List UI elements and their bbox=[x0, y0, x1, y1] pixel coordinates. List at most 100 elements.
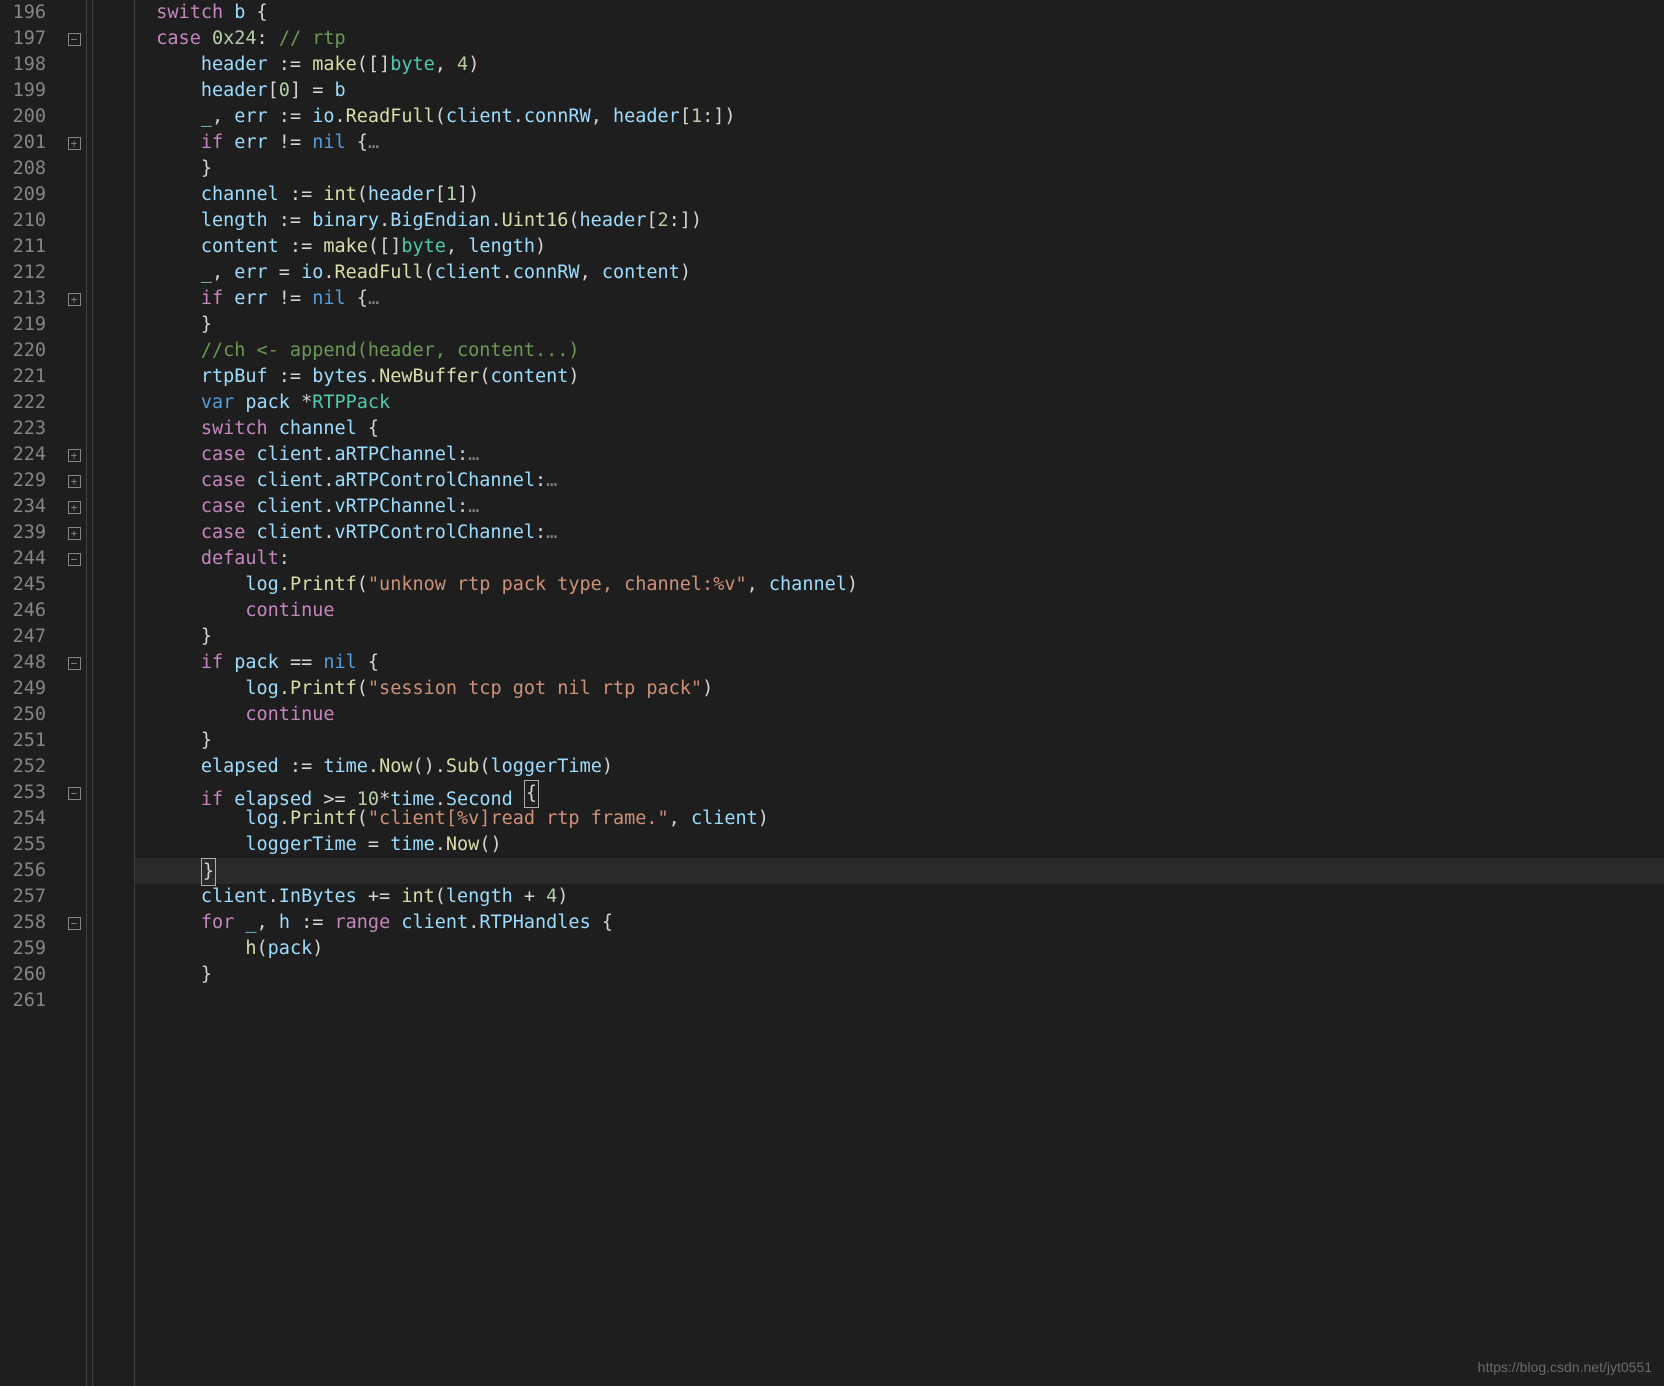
code-line[interactable]: } bbox=[134, 312, 1664, 338]
token-op: ( bbox=[479, 366, 490, 387]
code-line[interactable]: } bbox=[134, 728, 1664, 754]
token-op: ]) bbox=[457, 184, 479, 205]
code-line[interactable]: log.Printf("unknow rtp pack type, channe… bbox=[134, 572, 1664, 598]
code-line[interactable]: client.InBytes += int(length + 4) bbox=[134, 884, 1664, 910]
code-line[interactable]: switch channel { bbox=[134, 416, 1664, 442]
token-op bbox=[223, 132, 234, 153]
token-id: length bbox=[468, 236, 535, 257]
token-op: [ bbox=[435, 184, 446, 205]
line-number: 249 bbox=[0, 676, 46, 702]
fold-collapse-icon[interactable]: − bbox=[68, 657, 81, 670]
token-op: . bbox=[368, 756, 379, 777]
line-number: 252 bbox=[0, 754, 46, 780]
code-line[interactable]: } bbox=[134, 624, 1664, 650]
code-line[interactable]: for _, h := range client.RTPHandles { bbox=[134, 910, 1664, 936]
fold-expand-icon[interactable]: + bbox=[68, 293, 81, 306]
token-op bbox=[201, 28, 212, 49]
fold-column: − + + + + + + − − − − bbox=[62, 0, 86, 1386]
token-id: _ bbox=[245, 912, 256, 933]
code-area[interactable]: switch b { case 0x24: // rtp header := m… bbox=[134, 0, 1664, 1386]
token-op bbox=[223, 2, 234, 23]
token-id: client bbox=[257, 496, 324, 517]
token-fn: int bbox=[323, 184, 356, 205]
code-line[interactable]: if err != nil {… bbox=[134, 130, 1664, 156]
code-line[interactable]: continue bbox=[134, 702, 1664, 728]
token-op: , bbox=[747, 574, 769, 595]
code-line[interactable]: } bbox=[134, 156, 1664, 182]
token-op: , bbox=[212, 262, 234, 283]
fold-expand-icon[interactable]: + bbox=[68, 501, 81, 514]
token-id: b bbox=[335, 80, 346, 101]
token-op: ( bbox=[357, 678, 368, 699]
code-line[interactable]: } bbox=[134, 858, 1664, 884]
code-line[interactable]: case client.vRTPControlChannel:… bbox=[134, 520, 1664, 546]
token-op: , bbox=[669, 808, 691, 829]
token-op: . bbox=[490, 210, 501, 231]
code-line[interactable]: if err != nil {… bbox=[134, 286, 1664, 312]
code-line[interactable]: if elapsed >= 10*time.Second { bbox=[134, 780, 1664, 806]
token-op: : bbox=[457, 444, 468, 465]
token-fn: NewBuffer bbox=[379, 366, 479, 387]
code-line[interactable]: _, err := io.ReadFull(client.connRW, hea… bbox=[134, 104, 1664, 130]
fold-collapse-icon[interactable]: − bbox=[68, 787, 81, 800]
token-num: 1 bbox=[446, 184, 457, 205]
token-op: ( bbox=[435, 106, 446, 127]
code-line[interactable]: h(pack) bbox=[134, 936, 1664, 962]
token-id: channel bbox=[769, 574, 847, 595]
line-number: 251 bbox=[0, 728, 46, 754]
token-id: io bbox=[312, 106, 334, 127]
code-line[interactable]: var pack *RTPPack bbox=[134, 390, 1664, 416]
token-op bbox=[245, 470, 256, 491]
cursor-indicator-icon: { bbox=[524, 780, 539, 808]
token-prop: aRTPControlChannel bbox=[335, 470, 535, 491]
code-line[interactable]: } bbox=[134, 962, 1664, 988]
fold-expand-icon[interactable]: + bbox=[68, 137, 81, 150]
code-line[interactable]: case client.vRTPChannel:… bbox=[134, 494, 1664, 520]
token-op: () bbox=[479, 834, 501, 855]
code-line[interactable]: continue bbox=[134, 598, 1664, 624]
token-kw: case bbox=[201, 444, 246, 465]
code-line[interactable]: header[0] = b bbox=[134, 78, 1664, 104]
code-line[interactable]: rtpBuf := bytes.NewBuffer(content) bbox=[134, 364, 1664, 390]
code-line[interactable]: elapsed := time.Now().Sub(loggerTime) bbox=[134, 754, 1664, 780]
token-op: ( bbox=[435, 886, 446, 907]
code-line[interactable] bbox=[134, 988, 1664, 1014]
code-line[interactable]: switch b { bbox=[134, 0, 1664, 26]
token-id: io bbox=[301, 262, 323, 283]
code-line[interactable]: default: bbox=[134, 546, 1664, 572]
fold-expand-icon[interactable]: + bbox=[68, 475, 81, 488]
line-number: 244 bbox=[0, 546, 46, 572]
fold-collapse-icon[interactable]: − bbox=[68, 33, 81, 46]
code-line[interactable]: case 0x24: // rtp bbox=[134, 26, 1664, 52]
code-line[interactable]: header := make([]byte, 4) bbox=[134, 52, 1664, 78]
code-line[interactable]: content := make([]byte, length) bbox=[134, 234, 1664, 260]
token-op: ([] bbox=[357, 54, 390, 75]
token-op: ( bbox=[357, 574, 368, 595]
token-op: :]) bbox=[702, 106, 735, 127]
code-line[interactable]: case client.aRTPControlChannel:… bbox=[134, 468, 1664, 494]
code-line[interactable]: case client.aRTPChannel:… bbox=[134, 442, 1664, 468]
code-line[interactable]: log.Printf("client[%v]read rtp frame.", … bbox=[134, 806, 1664, 832]
code-line[interactable]: _, err = io.ReadFull(client.connRW, cont… bbox=[134, 260, 1664, 286]
fold-expand-icon[interactable]: + bbox=[68, 449, 81, 462]
token-op: := bbox=[268, 210, 313, 231]
code-line[interactable]: if pack == nil { bbox=[134, 650, 1664, 676]
token-id: length bbox=[201, 210, 268, 231]
token-op bbox=[223, 652, 234, 673]
code-line[interactable]: //ch <- append(header, content...) bbox=[134, 338, 1664, 364]
token-op: := bbox=[268, 366, 313, 387]
code-line[interactable]: log.Printf("session tcp got nil rtp pack… bbox=[134, 676, 1664, 702]
token-op: := bbox=[279, 236, 324, 257]
token-id: header bbox=[368, 184, 435, 205]
line-number: 220 bbox=[0, 338, 46, 364]
code-line[interactable]: length := binary.BigEndian.Uint16(header… bbox=[134, 208, 1664, 234]
token-id: client bbox=[446, 106, 513, 127]
fold-collapse-icon[interactable]: − bbox=[68, 917, 81, 930]
fold-expand-icon[interactable]: + bbox=[68, 527, 81, 540]
code-line[interactable]: loggerTime = time.Now() bbox=[134, 832, 1664, 858]
code-line[interactable]: channel := int(header[1]) bbox=[134, 182, 1664, 208]
line-number: 245 bbox=[0, 572, 46, 598]
token-op: [ bbox=[268, 80, 279, 101]
token-kw: case bbox=[156, 28, 201, 49]
fold-collapse-icon[interactable]: − bbox=[68, 553, 81, 566]
